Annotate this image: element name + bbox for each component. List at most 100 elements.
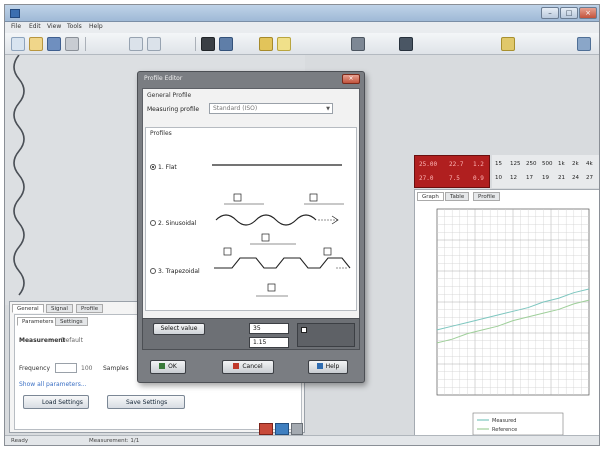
grid-cell: 500: [542, 161, 553, 167]
sinusoidal-profile-diagram: [215, 193, 344, 226]
chart-legend: Measured Reference: [472, 412, 564, 436]
main-window: – □ × File Edit View Tools Help General …: [4, 4, 600, 446]
save-settings-label: Save Settings: [126, 399, 168, 406]
chevron-down-icon: ▼: [326, 106, 330, 112]
cut-icon[interactable]: [201, 37, 215, 51]
menu-bar: File Edit View Tools Help: [5, 22, 599, 33]
display-value: 22.7: [449, 161, 464, 168]
help-label: Help: [325, 363, 340, 370]
copy-icon[interactable]: [219, 37, 233, 51]
cancel-button[interactable]: Cancel: [222, 360, 274, 374]
record-icon[interactable]: [259, 423, 273, 435]
radio-sinusoidal[interactable]: [150, 220, 156, 226]
toolbar: [5, 33, 599, 55]
subtab-settings[interactable]: Settings: [55, 317, 88, 326]
general-group-label: General Profile: [147, 92, 192, 99]
help-button[interactable]: Help: [308, 360, 348, 374]
field-label-measurement: Measurement: [19, 337, 66, 344]
menu-file[interactable]: File: [11, 23, 21, 30]
info-icon[interactable]: [577, 37, 591, 51]
tab-general[interactable]: General: [12, 304, 44, 313]
new-icon[interactable]: [11, 37, 25, 51]
title-bar: – □ ×: [5, 5, 599, 22]
grid-cell: 12: [510, 175, 517, 181]
menu-tools[interactable]: Tools: [67, 23, 82, 30]
profile-select-value: Standard (ISO): [213, 105, 258, 112]
show-all-link[interactable]: Show all parameters...: [19, 381, 87, 388]
tab-table[interactable]: Table: [445, 192, 470, 201]
profile-label-trapezoidal: 3. Trapezoidal: [158, 268, 200, 275]
dialog-title: Profile Editor: [144, 75, 183, 82]
close-icon[interactable]: ×: [579, 7, 597, 19]
legend-label: Measured: [492, 418, 516, 424]
tab-signal[interactable]: Signal: [46, 304, 73, 313]
value-dropdown[interactable]: Select value: [153, 323, 205, 335]
grid-cell: 250: [526, 161, 537, 167]
dialog-close-icon[interactable]: ×: [342, 74, 360, 84]
chart-panel: Graph Table Profile Measured Reference: [414, 189, 599, 445]
menu-edit[interactable]: Edit: [29, 23, 41, 30]
undo-icon[interactable]: [129, 37, 143, 51]
cancel-label: Cancel: [242, 363, 263, 370]
select-label: Measuring profile: [147, 106, 200, 113]
field-value-measurement[interactable]: Default: [61, 337, 83, 344]
app-icon: [10, 9, 20, 18]
ok-icon: [159, 363, 166, 369]
chart-icon[interactable]: [259, 37, 273, 51]
subtab-parameters[interactable]: Parameters: [17, 317, 59, 326]
profile-label-sinusoidal: 2. Sinusoidal: [158, 220, 197, 227]
menu-help[interactable]: Help: [89, 23, 103, 30]
settings-icon[interactable]: [277, 37, 291, 51]
tab-profile[interactable]: Profile: [76, 304, 104, 313]
cancel-icon: [233, 363, 240, 369]
print-icon[interactable]: [65, 37, 79, 51]
export-icon[interactable]: [501, 37, 515, 51]
profile-dialog: Profile Editor × General Profile Measuri…: [137, 71, 365, 383]
play-icon[interactable]: [275, 423, 289, 435]
enable-checkbox[interactable]: [301, 327, 307, 333]
dialog-value-row: Select value 35 1.15: [142, 318, 360, 350]
display-value: 27.0: [419, 175, 434, 182]
redo-icon[interactable]: [147, 37, 161, 51]
tab-graph[interactable]: Graph: [417, 192, 444, 201]
profiles-label: Profiles: [150, 130, 172, 137]
line-chart[interactable]: Measured Reference: [417, 203, 599, 443]
tab-chart-profile[interactable]: Profile: [473, 192, 501, 201]
grid-cell: 1k: [558, 161, 565, 167]
help-icon: [316, 363, 323, 369]
value-input-1[interactable]: 35: [249, 323, 289, 334]
stop-icon[interactable]: [291, 423, 303, 435]
profile-select[interactable]: Standard (ISO) ▼: [209, 103, 333, 114]
zoom-icon[interactable]: [399, 37, 413, 51]
profile-label-flat: 1. Flat: [158, 164, 177, 171]
save-icon[interactable]: [47, 37, 61, 51]
measure-icon[interactable]: [351, 37, 365, 51]
value-input-2[interactable]: 1.15: [249, 337, 289, 348]
display-value: 0.9: [473, 175, 484, 182]
dialog-body: General Profile Measuring profile Standa…: [142, 88, 360, 344]
grid-cell: 21: [558, 175, 565, 181]
grid-cell: 2k: [572, 161, 579, 167]
grid-cell: 125: [510, 161, 521, 167]
minimize-icon[interactable]: –: [541, 7, 559, 19]
radio-flat[interactable]: [150, 164, 156, 170]
maximize-icon[interactable]: □: [560, 7, 578, 19]
save-settings-button[interactable]: Save Settings: [107, 395, 185, 409]
open-icon[interactable]: [29, 37, 43, 51]
radio-trapezoidal[interactable]: [150, 268, 156, 274]
legend-label: Reference: [492, 427, 517, 433]
value-dropdown-label: Select value: [160, 325, 198, 332]
grid-cell: 17: [526, 175, 533, 181]
preview-box: [297, 323, 355, 347]
menu-view[interactable]: View: [47, 23, 61, 30]
status-mid: Measurement: 1/1: [89, 438, 140, 444]
ok-button[interactable]: OK: [150, 360, 186, 374]
field-value-frequency: 100: [81, 365, 93, 372]
grid-cell: 4k: [586, 161, 593, 167]
status-bar: Ready Measurement: 1/1: [5, 435, 599, 445]
frequency-field[interactable]: [55, 363, 77, 373]
load-settings-button[interactable]: Load Settings: [23, 395, 89, 409]
status-left: Ready: [11, 438, 29, 444]
grid-cell: 24: [572, 175, 579, 181]
wave-profile-graphic: [13, 55, 25, 296]
